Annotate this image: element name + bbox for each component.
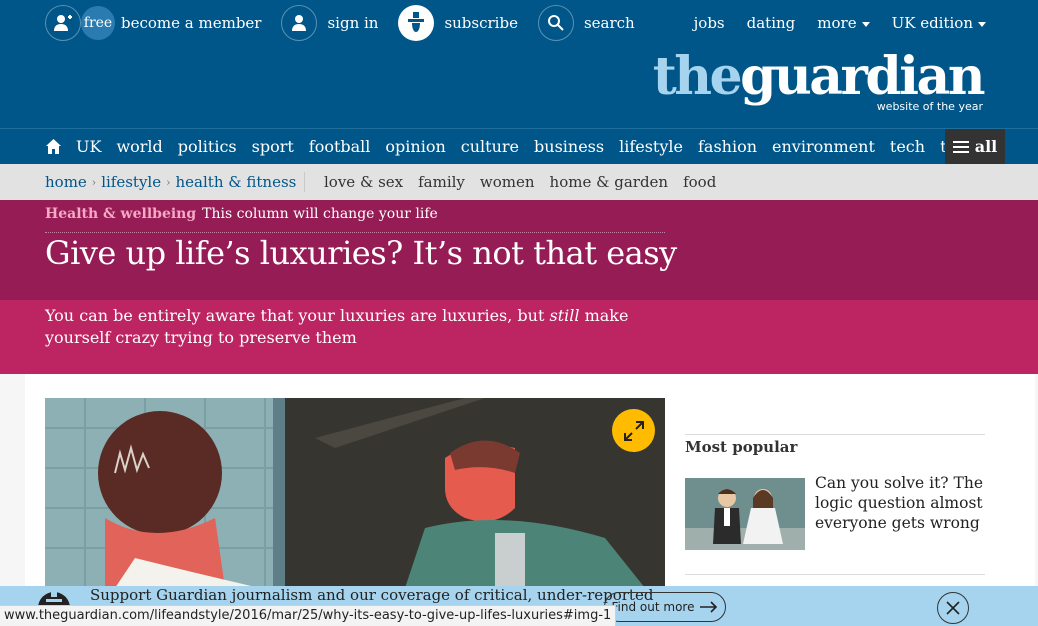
home-icon[interactable] (45, 138, 62, 155)
nav-culture[interactable]: culture (461, 137, 519, 156)
subsection-links: love & sex family women home & garden fo… (324, 164, 731, 200)
section-navigation: UK world politics sport football opinion… (0, 128, 1038, 164)
nav-business[interactable]: business (534, 137, 604, 156)
divider (685, 574, 985, 575)
support-message: Support Guardian journalism and our cove… (90, 586, 654, 604)
browser-status-url: www.theguardian.com/lifeandstyle/2016/ma… (0, 605, 617, 626)
jobs-link[interactable]: jobs (694, 14, 725, 32)
site-header: free become a member sign in subscribe s… (0, 0, 1038, 128)
subnav-family[interactable]: family (418, 173, 465, 191)
logo-the: the (652, 46, 743, 107)
most-popular-title: Most popular (685, 438, 798, 456)
edition-menu[interactable]: UK edition (892, 14, 986, 32)
find-out-more-button[interactable]: Find out more (604, 592, 726, 622)
sub-navigation: home › lifestyle › health & fitness love… (0, 164, 1038, 200)
nav-uk[interactable]: UK (76, 137, 101, 156)
standfirst-part-1: You can be entirely aware that your luxu… (45, 306, 550, 325)
search-label: search (583, 14, 635, 32)
subnav-love-sex[interactable]: love & sex (324, 173, 403, 191)
more-menu[interactable]: more (817, 14, 870, 32)
subscribe-link[interactable]: subscribe (398, 5, 518, 41)
free-badge: free (81, 6, 115, 40)
expand-icon (623, 420, 644, 441)
nav-opinion[interactable]: opinion (385, 137, 445, 156)
breadcrumb: home › lifestyle › health & fitness (45, 164, 296, 200)
sign-in-label: sign in (327, 14, 379, 32)
nav-football[interactable]: football (309, 137, 371, 156)
nav-tech[interactable]: tech (890, 137, 925, 156)
menu-icon (952, 140, 969, 153)
subscribe-label: subscribe (444, 14, 518, 32)
article-standfirst: You can be entirely aware that your luxu… (45, 305, 665, 349)
find-out-more-label: Find out more (611, 600, 695, 614)
most-popular-thumbnail[interactable] (685, 478, 805, 550)
breadcrumb-lifestyle[interactable]: lifestyle (101, 173, 161, 191)
add-user-icon (45, 5, 81, 41)
search-icon (537, 5, 574, 41)
edition-label: UK edition (891, 14, 973, 32)
article-kicker: Health & wellbeing This column will chang… (45, 206, 438, 222)
all-sections-button[interactable]: all (945, 129, 1005, 164)
nav-fashion[interactable]: fashion (698, 137, 757, 156)
guardian-roundel-icon (398, 5, 435, 41)
become-member-label: become a member (121, 14, 262, 32)
become-member-link[interactable]: free become a member (45, 5, 261, 41)
chevron-down-icon (861, 21, 870, 27)
user-icon (281, 5, 318, 41)
chevron-right-icon: › (166, 175, 171, 189)
divider (45, 232, 665, 233)
section-tag[interactable]: Health & wellbeing (45, 206, 196, 222)
nav-lifestyle[interactable]: lifestyle (619, 137, 683, 156)
arrow-right-icon (700, 601, 718, 613)
chevron-right-icon: › (91, 175, 97, 189)
expand-image-button[interactable] (612, 409, 655, 452)
close-icon (946, 601, 960, 615)
standfirst-emphasis: still (549, 306, 580, 325)
most-popular-headline[interactable]: Can you solve it? The logic question alm… (815, 473, 990, 533)
guardian-logo[interactable]: theguardian website of the year (653, 51, 986, 114)
dating-link[interactable]: dating (747, 14, 796, 32)
more-label: more (817, 14, 857, 32)
divider (304, 172, 305, 192)
top-navigation: free become a member sign in subscribe s… (45, 5, 1038, 41)
sign-in-link[interactable]: sign in (281, 5, 378, 41)
hero-illustration[interactable] (45, 398, 665, 588)
chevron-down-icon (978, 21, 986, 27)
nav-politics[interactable]: politics (178, 137, 237, 156)
breadcrumb-home[interactable]: home (45, 173, 87, 191)
subnav-home-garden[interactable]: home & garden (550, 173, 669, 191)
nav-sport[interactable]: sport (252, 137, 294, 156)
all-label: all (974, 137, 998, 156)
subnav-women[interactable]: women (480, 173, 535, 191)
logo-guardian: guardian (740, 46, 985, 107)
article-headline: Give up life’s luxuries? It’s not that e… (45, 234, 677, 272)
subnav-food[interactable]: food (683, 173, 716, 191)
top-right-links: jobs dating more UK edition (672, 5, 986, 41)
close-banner-button[interactable] (937, 592, 969, 624)
nav-environment[interactable]: environment (772, 137, 875, 156)
search-link[interactable]: search (537, 5, 635, 41)
series-tag[interactable]: This column will change your life (202, 206, 438, 222)
breadcrumb-health-fitness[interactable]: health & fitness (176, 173, 297, 191)
nav-world[interactable]: world (116, 137, 162, 156)
divider (685, 434, 985, 435)
